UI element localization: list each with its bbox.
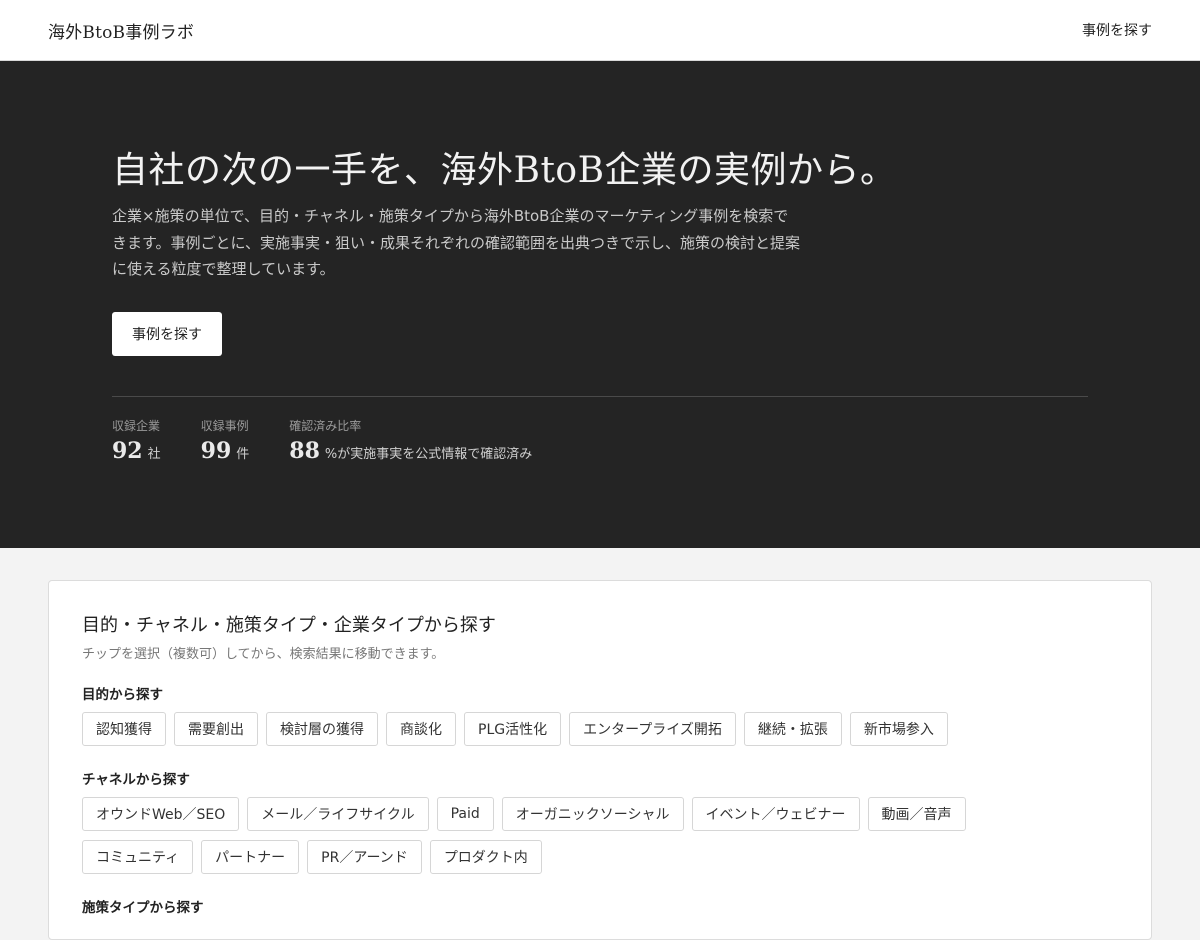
- stat-verified-ratio: 確認済み比率 88 %が実施事実を公式情報で確認済み: [289, 417, 532, 464]
- chip-list: 認知獲得 需要創出 検討層の獲得 商談化 PLG活性化 エンタープライズ開拓 継…: [82, 712, 1082, 746]
- filter-group-purpose: 目的から探す 認知獲得 需要創出 検討層の獲得 商談化 PLG活性化 エンタープ…: [82, 683, 1118, 746]
- filter-chip[interactable]: プロダクト内: [429, 840, 542, 874]
- hero-title: 自社の次の一手を、海外BtoB企業の実例から。: [112, 150, 897, 191]
- hero-description: 企業×施策の単位で、目的・チャネル・施策タイプから海外BtoB企業のマーケティン…: [112, 207, 801, 278]
- filter-chip[interactable]: 需要創出: [174, 712, 258, 746]
- stat-unit: %が実施事実を公式情報で確認済み: [324, 447, 533, 462]
- filter-chip[interactable]: オウンドWeb／SEO: [82, 797, 240, 831]
- filter-chip[interactable]: オーガニックソーシャル: [501, 797, 684, 831]
- filter-group-title: チャネルから探す: [82, 772, 190, 788]
- site-logo[interactable]: 海外BtoB事例ラボ: [48, 18, 194, 43]
- stat-label: 収録企業: [112, 419, 161, 433]
- filter-chip[interactable]: 動画／音声: [867, 797, 966, 831]
- top-navbar: 海外BtoB事例ラボ 事例を探す: [0, 0, 1200, 61]
- filter-panel-title: 目的・チャネル・施策タイプ・企業タイプから探す: [82, 615, 496, 636]
- hero-section: 自社の次の一手を、海外BtoB企業の実例から。 企業×施策の単位で、目的・チャネ…: [0, 61, 1200, 548]
- filter-chip[interactable]: 新市場参入: [849, 712, 948, 746]
- filter-chip[interactable]: 検討層の獲得: [266, 712, 378, 746]
- filter-group-title: 目的から探す: [82, 687, 163, 703]
- filter-chip[interactable]: 認知獲得: [82, 712, 166, 746]
- stat-unit: 件: [236, 447, 250, 462]
- stat-cases: 収録事例 99 件: [201, 417, 250, 464]
- filter-chip[interactable]: パートナー: [201, 840, 300, 874]
- filter-chip[interactable]: イベント／ウェビナー: [691, 797, 860, 831]
- stats-row: 収録企業 92 社 収録事例 99 件 確認済み比率 88 %が実施事実を公式情…: [112, 417, 532, 464]
- hero-divider: [112, 396, 1088, 397]
- filter-group-channel: チャネルから探す オウンドWeb／SEO メール／ライフサイクル Paid オー…: [82, 768, 1118, 874]
- stat-unit: 社: [147, 447, 161, 462]
- stat-number: 92: [112, 438, 143, 464]
- filter-chip[interactable]: 商談化: [386, 712, 456, 746]
- stat-label: 確認済み比率: [289, 419, 362, 433]
- filter-panel-subtitle: チップを選択（複数可）してから、検索結果に移動できます。: [82, 647, 445, 662]
- filter-chip[interactable]: エンタープライズ開拓: [569, 712, 736, 746]
- search-cases-button[interactable]: 事例を探す: [112, 312, 222, 356]
- nav-search-cases-link[interactable]: 事例を探す: [1082, 20, 1152, 40]
- filter-chip[interactable]: PR／アーンド: [307, 840, 422, 874]
- stat-number: 99: [200, 438, 232, 464]
- search-filter-panel: 目的・チャネル・施策タイプ・企業タイプから探す チップを選択（複数可）してから、…: [48, 580, 1152, 940]
- filter-chip[interactable]: 継続・拡張: [743, 712, 842, 746]
- stat-label: 収録事例: [200, 419, 249, 433]
- filter-chip[interactable]: Paid: [436, 797, 494, 831]
- filter-chip[interactable]: コミュニティ: [82, 840, 194, 874]
- filter-group-tactic-type: 施策タイプから探す: [82, 896, 1118, 916]
- filter-chip[interactable]: PLG活性化: [464, 712, 562, 746]
- filter-group-title: 施策タイプから探す: [82, 900, 204, 916]
- stat-number: 88: [289, 438, 320, 464]
- stat-companies: 収録企業 92 社: [112, 417, 161, 464]
- chip-list: オウンドWeb／SEO メール／ライフサイクル Paid オーガニックソーシャル…: [82, 797, 1082, 874]
- filter-chip[interactable]: メール／ライフサイクル: [247, 797, 429, 831]
